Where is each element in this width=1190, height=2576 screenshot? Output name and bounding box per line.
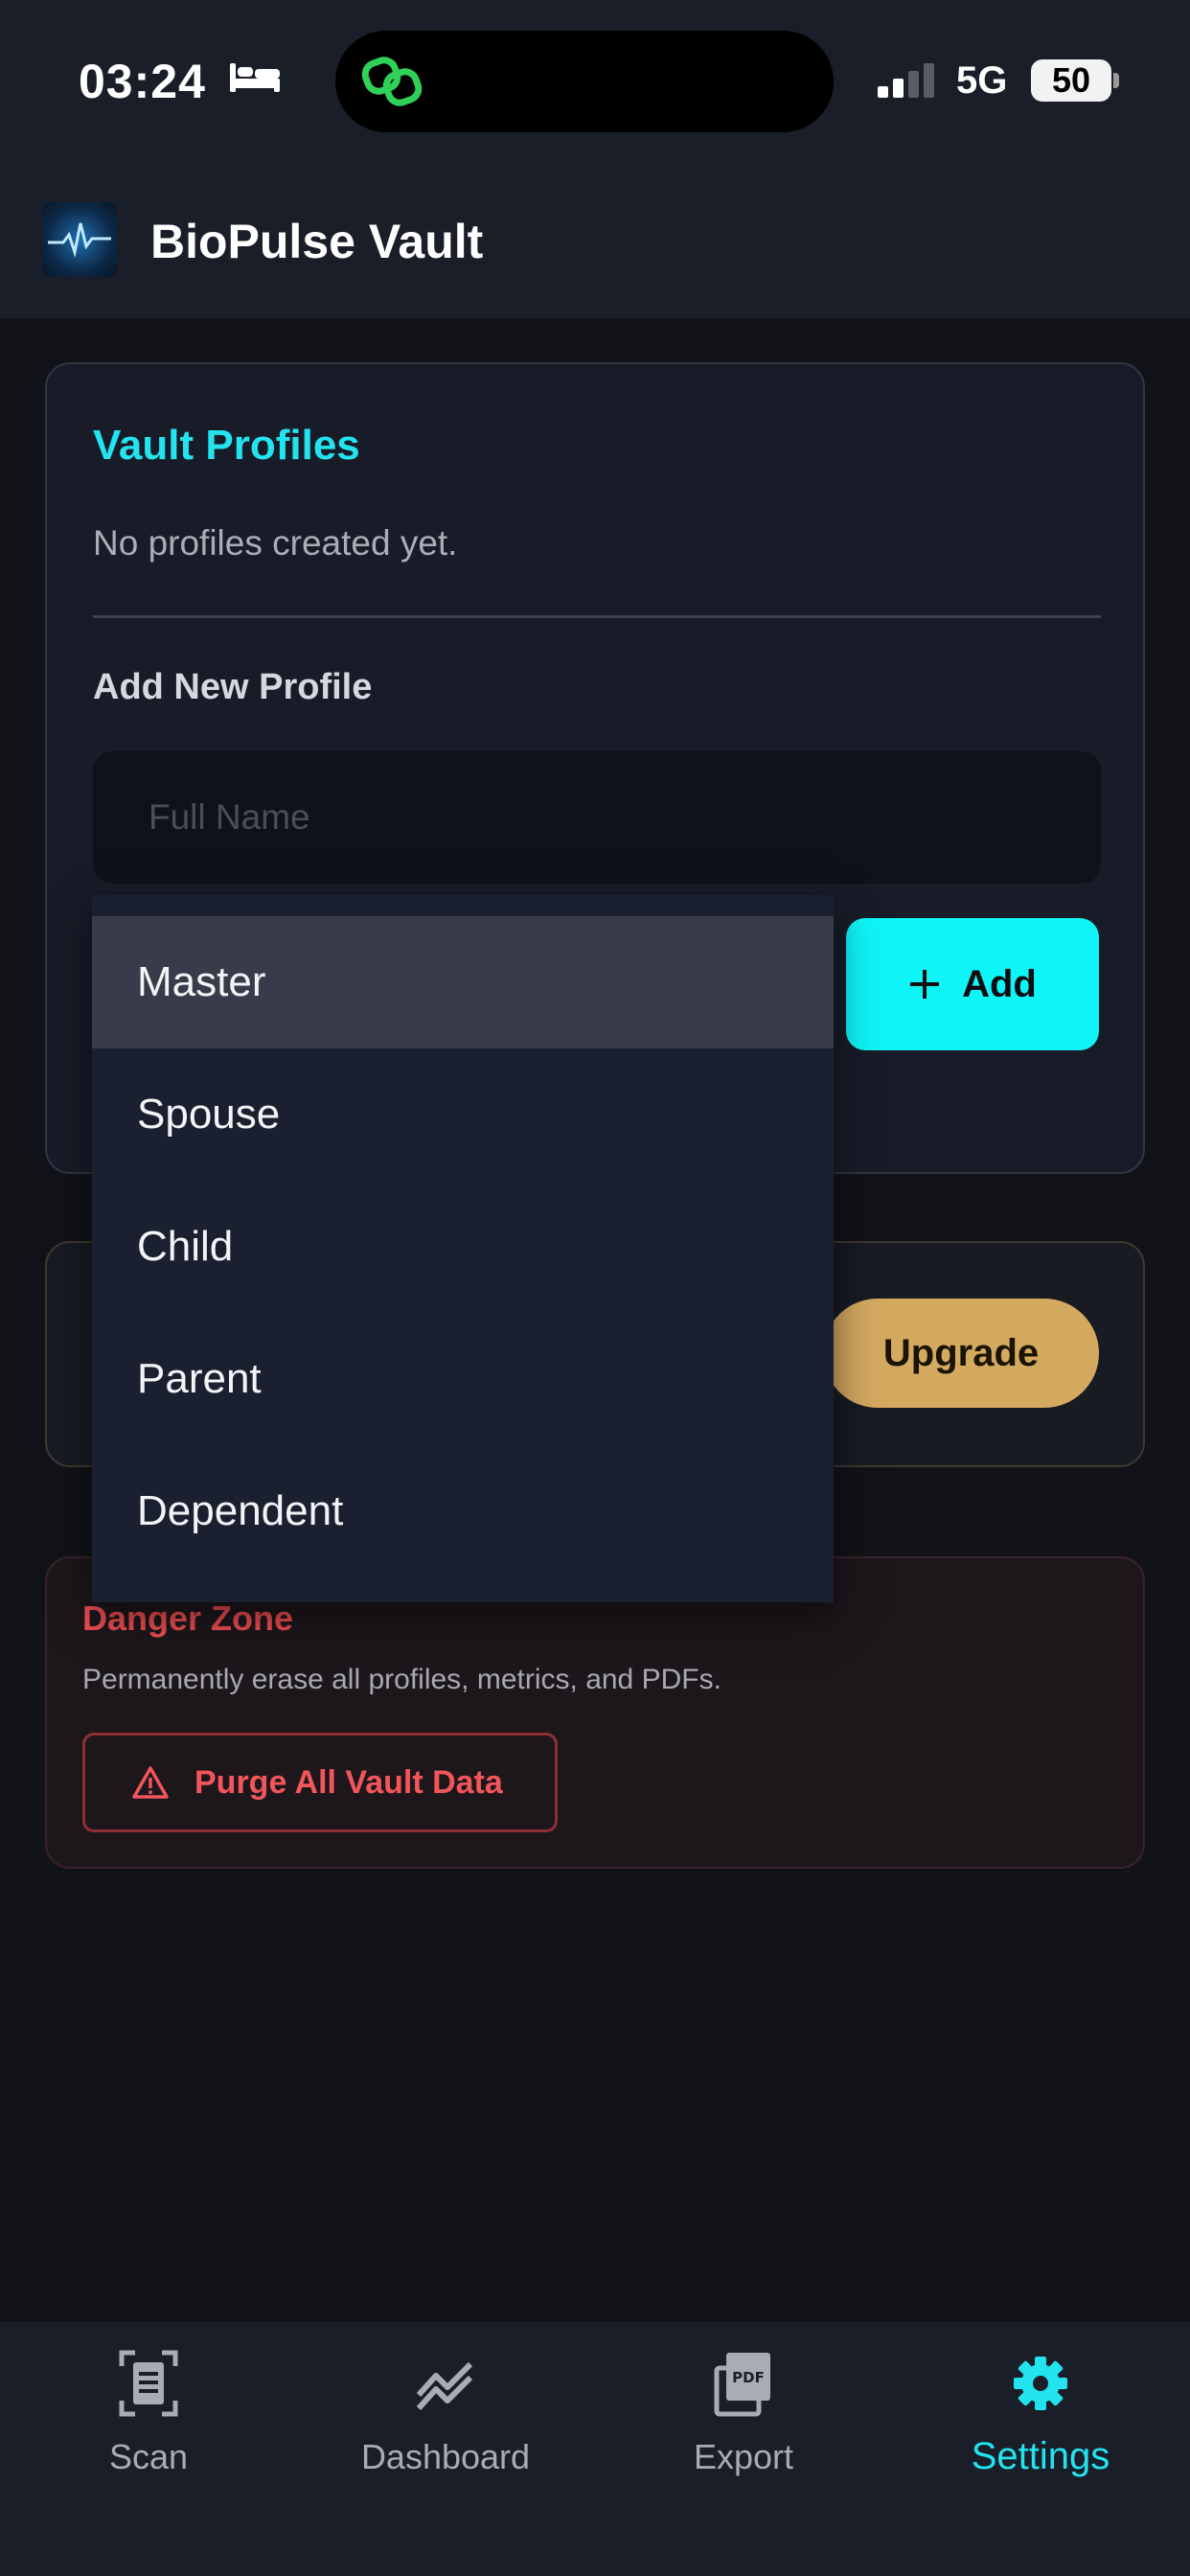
- bottom-navigation: Scan Dashboard PDF Export Settings: [0, 2322, 1190, 2576]
- pdf-icon: PDF: [714, 2353, 770, 2417]
- plus-icon: [910, 970, 940, 999]
- nav-label-settings: Settings: [971, 2435, 1110, 2477]
- profiles-empty-message: No profiles created yet.: [93, 523, 458, 563]
- svg-text:PDF: PDF: [732, 2369, 765, 2386]
- nav-label-export: Export: [693, 2437, 794, 2476]
- vault-profiles-title: Vault Profiles: [93, 422, 360, 469]
- danger-zone-card: Danger Zone Permanently erase all profil…: [45, 1556, 1145, 1869]
- app-header: BioPulse Vault: [0, 158, 1190, 318]
- danger-zone-description: Permanently erase all profiles, metrics,…: [82, 1664, 721, 1695]
- status-time: 03:24: [79, 55, 206, 108]
- nav-label-scan: Scan: [108, 2437, 189, 2476]
- gear-icon: [1014, 2357, 1067, 2410]
- app-logo-icon: [42, 202, 117, 277]
- app-title: BioPulse Vault: [150, 215, 484, 268]
- purge-vault-button[interactable]: Purge All Vault Data: [82, 1733, 558, 1832]
- warning-icon: [132, 1766, 169, 1799]
- danger-zone-title: Danger Zone: [82, 1598, 294, 1638]
- role-option-child[interactable]: Child: [92, 1181, 834, 1313]
- nav-item-settings[interactable]: Settings: [897, 2349, 1184, 2478]
- link-icon: [361, 57, 423, 106]
- purge-button-label: Purge All Vault Data: [195, 1763, 503, 1801]
- nav-item-export[interactable]: PDF Export: [600, 2349, 887, 2477]
- nav-item-scan[interactable]: Scan: [5, 2349, 292, 2477]
- add-profile-heading: Add New Profile: [93, 667, 373, 707]
- sleep-focus-icon: [230, 63, 280, 92]
- full-name-input[interactable]: [93, 751, 1101, 884]
- role-option-master[interactable]: Master: [92, 916, 834, 1048]
- role-dropdown-menu: Master Spouse Child Parent Dependent: [92, 895, 834, 1602]
- nav-item-dashboard[interactable]: Dashboard: [302, 2349, 589, 2477]
- battery-indicator: 50: [1031, 59, 1111, 102]
- dynamic-island: [335, 31, 834, 132]
- network-type: 5G: [956, 59, 1008, 102]
- divider: [93, 615, 1101, 618]
- upgrade-button[interactable]: Upgrade: [823, 1299, 1099, 1408]
- add-button-label: Add: [962, 962, 1037, 1005]
- scan-icon: [119, 2350, 178, 2417]
- chart-icon: [416, 2361, 473, 2411]
- battery-tip: [1113, 73, 1119, 88]
- role-option-spouse[interactable]: Spouse: [92, 1048, 834, 1181]
- role-option-parent[interactable]: Parent: [92, 1313, 834, 1445]
- add-profile-button[interactable]: Add: [846, 918, 1099, 1050]
- status-bar: 03:24 5G 50: [0, 0, 1190, 158]
- cellular-signal-icon: [878, 63, 934, 98]
- nav-label-dashboard: Dashboard: [360, 2437, 531, 2476]
- role-option-dependent[interactable]: Dependent: [92, 1445, 834, 1577]
